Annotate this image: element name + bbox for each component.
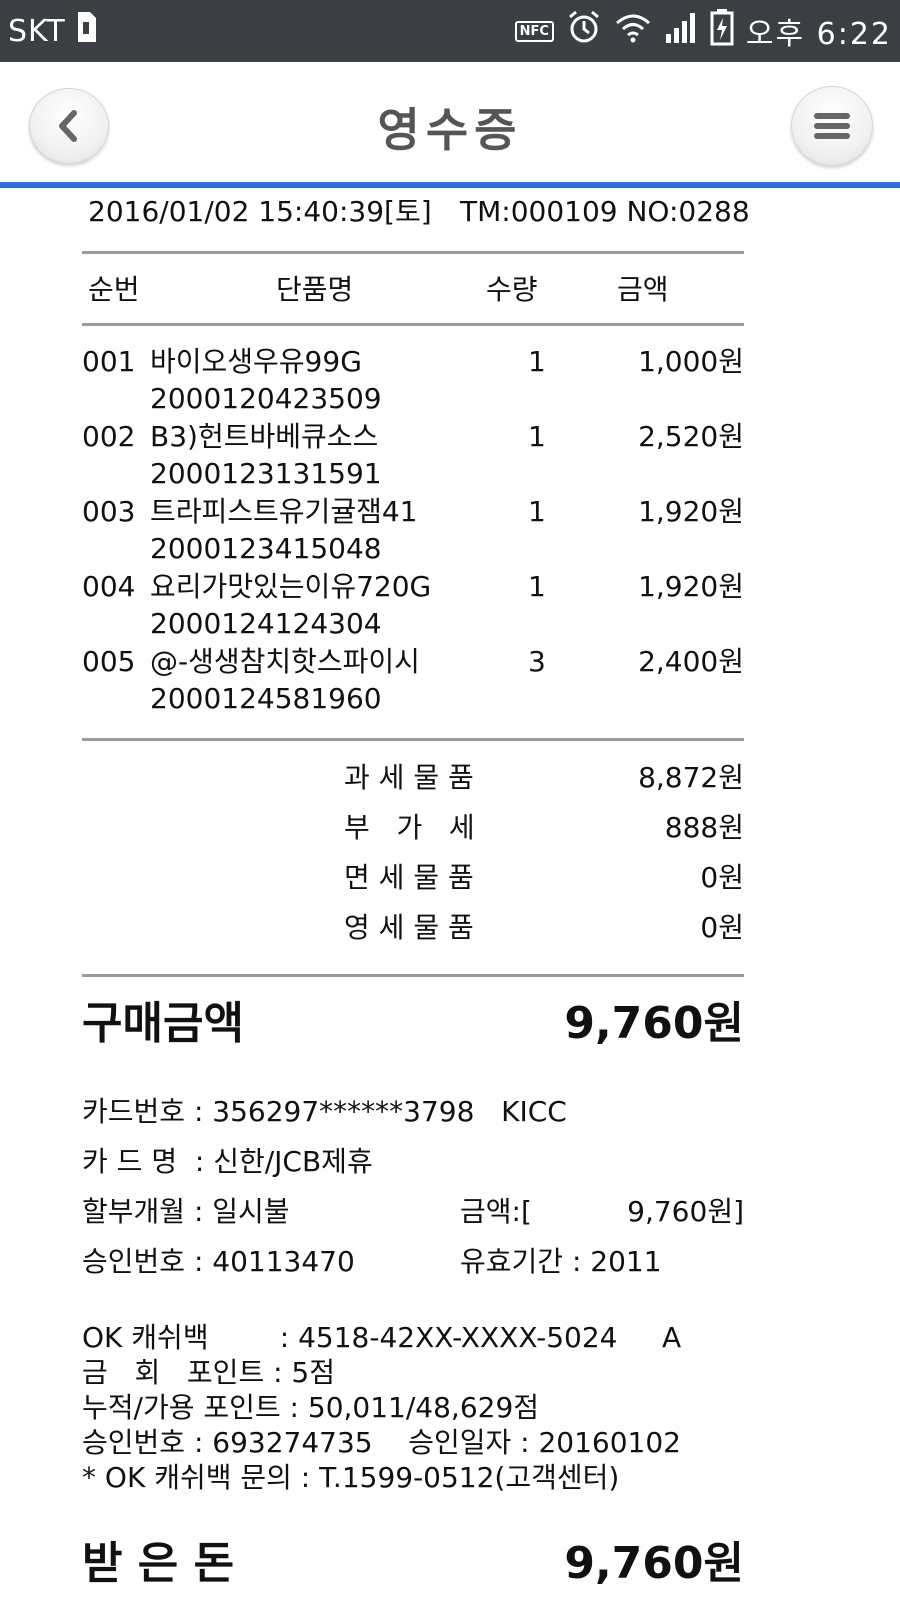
menu-icon [814,113,850,139]
status-left: SKT [8,10,98,52]
sim-icon [76,10,98,52]
received-value: 9,760원 [564,1538,744,1589]
card-installment: 할부개월 : 일시불 [82,1195,290,1228]
wifi-icon [614,11,652,51]
item-no: 002 [82,420,136,453]
app-header: 영수증 [0,62,900,188]
item-amount: 2,520원 [638,420,744,453]
col-header-qty: 수량 [486,273,538,306]
alarm-icon [566,9,602,53]
item-barcode: 2000124581960 [150,682,382,715]
item-qty: 1 [528,345,546,378]
okcashbag-line: * OK 캐쉬백 문의 : T.1599-0512(고객센터) [82,1461,620,1494]
page-title: 영수증 [377,103,523,157]
summary-value: 0원 [700,911,744,944]
item-name: B3)헌트바베큐소스 [150,420,379,453]
item-name: 트라피스트유기귤잼41 [150,495,418,528]
item-name: @-생생참치핫스파이시 [150,645,420,678]
item-qty: 3 [528,645,546,678]
item-no: 005 [82,645,136,678]
received-label: 받 은 돈 [82,1538,235,1589]
divider [82,974,744,977]
item-barcode: 2000123415048 [150,532,382,565]
card-approval: 승인번호 : 40113470 [82,1245,355,1278]
status-bar: SKT NFC 오후 6:22 [0,0,900,62]
item-barcode: 2000120423509 [150,382,382,415]
item-amount: 1,000원 [638,345,744,378]
item-name: 바이오생우유99G [150,345,362,378]
card-validity: 유효기간 : 2011 [460,1245,662,1278]
item-no: 004 [82,570,136,603]
summary-value: 888원 [664,811,744,844]
card-number: 카드번호 : 356297******3798 KICC [82,1095,567,1128]
col-header-name: 단품명 [276,273,354,306]
status-right: NFC 오후 6:22 [514,8,892,54]
okcashbag-line: OK 캐쉬백 : 4518-42XX-XXXX-5024 A [82,1321,682,1354]
item-amount: 2,400원 [638,645,744,678]
col-header-amount: 금액 [617,273,669,306]
item-name: 요리가맛있는이유720G [150,570,432,603]
item-amount: 1,920원 [638,570,744,603]
divider [82,251,744,254]
menu-button[interactable] [791,86,873,166]
okcashbag-line: 누적/가용 포인트 : 50,011/48,629점 [82,1391,540,1424]
card-amount-value: 9,760원] [627,1195,744,1228]
okcashbag-line: 승인번호 : 693274735 승인일자 : 20160102 [82,1426,681,1459]
purchase-total-value: 9,760원 [564,998,744,1049]
divider [82,738,744,741]
okcashbag-line: 금 회 포인트 : 5점 [82,1356,336,1389]
battery-icon [710,8,734,54]
summary-label: 면 세 물 품 [344,861,474,894]
purchase-total-label: 구매금액 [82,998,244,1049]
summary-value: 0원 [700,861,744,894]
card-name: 카 드 명 : 신한/JCB제휴 [82,1145,373,1178]
item-no: 003 [82,495,136,528]
item-barcode: 2000124124304 [150,607,382,640]
item-qty: 1 [528,420,546,453]
clock-label: 오후 6:22 [745,17,892,52]
col-header-no: 순번 [88,273,140,306]
item-qty: 1 [528,570,546,603]
item-barcode: 2000123131591 [150,457,382,490]
item-qty: 1 [528,495,546,528]
signal-icon [664,10,698,52]
nfc-icon: NFC [514,20,554,42]
receipt-body: 2016/01/02 15:40:39[토] TM:000109 NO:0288… [0,188,900,1600]
summary-label: 과 세 물 품 [344,761,474,794]
divider [82,323,744,326]
card-amount-label: 금액:[ [460,1195,532,1228]
summary-label: 영 세 물 품 [344,911,474,944]
receipt-terminal: TM:000109 NO:0288 [460,195,750,228]
summary-label: 부 가 세 [344,811,475,844]
summary-value: 8,872원 [638,761,744,794]
item-no: 001 [82,345,136,378]
carrier-label: SKT [8,13,66,49]
receipt-datetime: 2016/01/02 15:40:39[토] [88,195,432,228]
item-amount: 1,920원 [638,495,744,528]
